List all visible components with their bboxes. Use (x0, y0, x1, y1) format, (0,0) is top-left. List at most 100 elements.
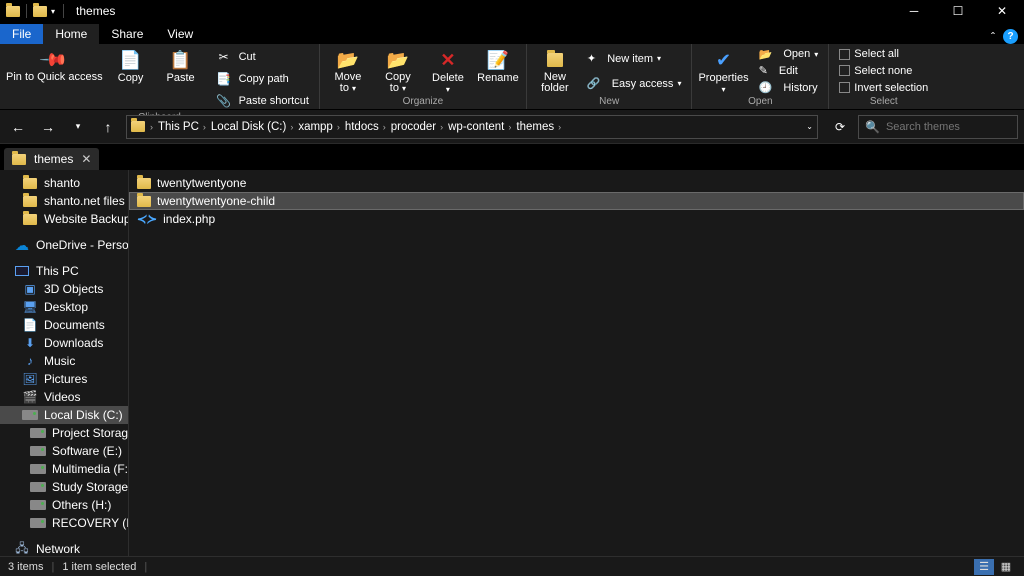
forward-button[interactable]: → (36, 115, 60, 139)
tree-item-downloads[interactable]: ⬇Downloads (0, 334, 128, 352)
select-all-button[interactable]: Select all (839, 48, 928, 60)
tab-view[interactable]: View (155, 24, 205, 44)
tree-item-drive-f[interactable]: Multimedia (F:) (0, 460, 128, 478)
maximize-button[interactable]: ☐ (936, 0, 980, 22)
paste-button[interactable]: 📋 Paste (159, 46, 203, 112)
move-to-button[interactable]: 📂 Moveto ▾ (326, 46, 370, 96)
crumb-2[interactable]: xampp› (298, 121, 343, 133)
tree-label: Documents (44, 318, 105, 332)
delete-button[interactable]: ✕ Delete▾ (426, 46, 470, 96)
help-icon[interactable]: ? (1003, 29, 1018, 44)
tree-item-music[interactable]: ♪Music (0, 352, 128, 370)
crumb-0[interactable]: This PC› (158, 121, 209, 133)
edit-button[interactable]: ✎ Edit (759, 64, 819, 77)
tab-close-button[interactable]: ✕ (81, 152, 91, 166)
crumb-5[interactable]: wp-content› (448, 121, 514, 133)
tree-item-documents[interactable]: 📄 Documents (0, 316, 128, 334)
ribbon-chevron-up-icon[interactable]: ˆ (991, 30, 995, 44)
downloads-icon: ⬇ (22, 336, 38, 350)
rename-icon: 📝 (487, 49, 509, 71)
paste-shortcut-button[interactable]: 📎Paste shortcut (213, 90, 309, 112)
docs-icon: 📄 (22, 318, 38, 332)
drive-icon (30, 462, 46, 476)
open-button[interactable]: 📂 Open ▾ (759, 48, 819, 61)
status-bar: 3 items | 1 item selected | ☰ ▦ (0, 556, 1024, 576)
history-icon: 🕘 (759, 81, 773, 94)
new-folder-button[interactable]: Newfolder (533, 46, 577, 96)
tree-item-drive-study[interactable]: Study Storage pr (0, 478, 128, 496)
status-item-count: 3 items (8, 561, 43, 573)
easy-access-button[interactable]: 🔗 Easy access ▾ (587, 77, 682, 90)
tree-item-videos[interactable]: 🎬Videos (0, 388, 128, 406)
invert-selection-label: Invert selection (854, 82, 928, 94)
close-button[interactable]: ✕ (980, 0, 1024, 22)
cut-button[interactable]: ✂Cut (213, 46, 309, 68)
recent-locations-button[interactable]: ▾ (66, 115, 90, 139)
file-row-folder-selected[interactable]: twentytwentyone-child (129, 192, 1024, 210)
refresh-button[interactable]: ⟳ (828, 115, 852, 139)
tree-item-shantonet[interactable]: shanto.net files (0, 192, 128, 210)
tree-item-thispc[interactable]: This PC (0, 262, 128, 280)
tab-home[interactable]: Home (43, 24, 99, 44)
paste-icon: 📋 (170, 49, 192, 71)
file-row-folder[interactable]: twentytwentyone (129, 174, 1024, 192)
crumb-3[interactable]: htdocs› (345, 121, 389, 133)
view-details-button[interactable]: ☰ (974, 559, 994, 575)
copy-path-button[interactable]: 📑Copy path (213, 68, 309, 90)
file-row-php[interactable]: ≺≻ index.php (129, 210, 1024, 228)
minimize-button[interactable]: ─ (892, 0, 936, 22)
tree-item-website-backup[interactable]: Website Backup (0, 210, 128, 228)
qat-explorer-icon[interactable] (33, 6, 47, 17)
tree-item-shanto[interactable]: shanto (0, 174, 128, 192)
select-none-button[interactable]: Select none (839, 65, 928, 77)
view-icons-button[interactable]: ▦ (996, 559, 1016, 575)
pictures-icon: 🖼 (22, 372, 38, 386)
tree-item-drive-c[interactable]: Local Disk (C:) (0, 406, 128, 424)
folder-icon (23, 214, 37, 225)
tree-item-drive-e[interactable]: Software (E:) (0, 442, 128, 460)
new-item-label: New item (607, 53, 653, 65)
rename-button[interactable]: 📝 Rename (476, 46, 520, 96)
move-to-icon: 📂 (337, 49, 359, 71)
qat-dropdown-icon[interactable]: ▾ (51, 7, 55, 16)
address-dropdown-icon[interactable]: ⌄ (806, 122, 813, 131)
invert-selection-button[interactable]: Invert selection (839, 82, 928, 94)
doc-tab-label: themes (34, 152, 73, 166)
crumb-4[interactable]: procoder› (391, 121, 446, 133)
new-item-button[interactable]: ✦ New item ▾ (587, 52, 682, 65)
tree-item-desktop[interactable]: 🖥Desktop (0, 298, 128, 316)
tree-item-pictures[interactable]: 🖼Pictures (0, 370, 128, 388)
crumb-6[interactable]: themes› (516, 121, 564, 133)
delete-icon: ✕ (437, 49, 459, 71)
tree-label: This PC (36, 264, 79, 278)
tree-item-drive-h[interactable]: Others (H:) (0, 496, 128, 514)
search-field[interactable] (886, 121, 1011, 133)
up-button[interactable]: ↑ (96, 115, 120, 139)
tree-item-drive-i[interactable]: RECOVERY (I:) (0, 514, 128, 532)
drive-icon (30, 498, 46, 512)
file-list[interactable]: twentytwentyone twentytwentyone-child ≺≻… (128, 170, 1024, 556)
tree-item-onedrive[interactable]: ☁OneDrive - Persor (0, 236, 128, 254)
tree-item-3d-objects[interactable]: ▣3D Objects (0, 280, 128, 298)
tab-share[interactable]: Share (99, 24, 155, 44)
pin-to-quick-access-button[interactable]: 📌 Pin to Quick access (6, 46, 103, 112)
properties-button[interactable]: ✔ Properties▾ (698, 46, 748, 96)
tree-item-drive-project[interactable]: Project Storage ( (0, 424, 128, 442)
tree-item-network[interactable]: 🖧Network (0, 540, 128, 556)
doc-tab-themes[interactable]: themes ✕ (4, 148, 99, 170)
history-button[interactable]: 🕘 History (759, 81, 819, 94)
ribbon-group-organize: 📂 Moveto ▾ 📂 Copyto ▾ ✕ Delete▾ 📝 Rename… (320, 44, 527, 109)
tab-file[interactable]: File (0, 24, 43, 44)
drive-icon (30, 426, 46, 440)
search-input[interactable]: 🔍 (858, 115, 1018, 139)
address-bar[interactable]: › This PC› Local Disk (C:)› xampp› htdoc… (126, 115, 818, 139)
qat-sep (26, 4, 27, 18)
back-button[interactable]: ← (6, 115, 30, 139)
nav-tree[interactable]: shanto shanto.net files Website Backup ☁… (0, 170, 128, 556)
copy-button[interactable]: 📄 Copy (109, 46, 153, 112)
copy-icon: 📄 (120, 49, 142, 71)
copy-to-button[interactable]: 📂 Copyto ▾ (376, 46, 420, 96)
address-folder-icon (131, 121, 145, 132)
crumb-1[interactable]: Local Disk (C:)› (211, 121, 296, 133)
tree-label: Network (36, 542, 80, 556)
